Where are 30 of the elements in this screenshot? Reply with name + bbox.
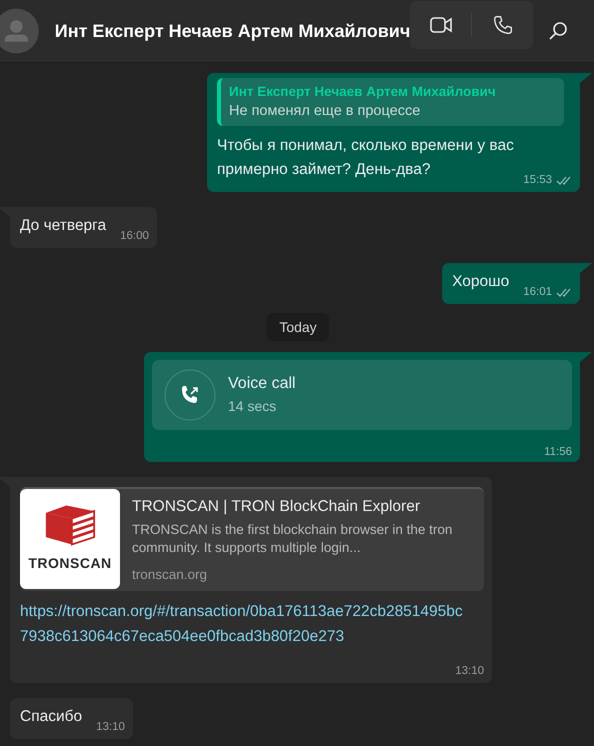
search-icon bbox=[548, 21, 568, 41]
phone-icon bbox=[492, 15, 513, 35]
preview-domain: tronscan.org bbox=[132, 566, 208, 584]
message-time: 16:00 bbox=[120, 229, 149, 244]
message-time: 15:53 bbox=[523, 173, 552, 188]
cube-icon bbox=[44, 503, 96, 547]
message-time: 11:56 bbox=[544, 445, 572, 460]
call-duration: 14 secs bbox=[228, 397, 278, 416]
link-preview[interactable]: TRONSCAN TRONSCAN | TRON BlockChain Explorer TRONSCAN is the first blockchain browser in the tron community. It supports multiple login... tronscan.org bbox=[20, 487, 484, 591]
message-time: 13:10 bbox=[455, 664, 484, 679]
date-separator: Today bbox=[267, 313, 329, 341]
quote-text: Не поменял еще в процессе bbox=[229, 102, 422, 121]
video-camera-icon bbox=[430, 16, 452, 34]
contact-name[interactable]: Инт Експерт Нечаев Артем Михайлович bbox=[54, 20, 410, 42]
message-text: До четверга bbox=[20, 217, 106, 234]
preview-description: TRONSCAN is the first blockchain browser in the tron community. It supports multiple login... bbox=[132, 521, 454, 557]
outgoing-call-icon bbox=[164, 369, 216, 421]
preview-title: TRONSCAN | TRON BlockChain Explorer bbox=[132, 497, 421, 517]
quote-author: Инт Експерт Нечаев Артем Михайлович bbox=[229, 83, 497, 101]
message-link[interactable]: https://tronscan.org/#/transaction/0ba176113ae722cb2851495bc7938c613064c67eca504ee0fbcad3b80f20e273 bbox=[20, 599, 464, 649]
message-text: Хорошо bbox=[452, 273, 510, 290]
quoted-message[interactable]: Инт Експерт Нечаев Артем Михайлович Не поменял еще в процессе bbox=[217, 78, 564, 126]
call-title: Voice call bbox=[228, 374, 296, 394]
message-text: Чтобы я понимал, сколько времени у вас примерно займет? День-два? bbox=[217, 137, 514, 178]
message-text: Спасибо bbox=[20, 708, 82, 725]
logo-text: TRONSCAN bbox=[28, 554, 112, 573]
avatar-icon[interactable] bbox=[0, 8, 39, 54]
message-time: 13:10 bbox=[96, 720, 125, 735]
message-time: 16:01 bbox=[523, 285, 552, 300]
call-card[interactable]: Voice call 14 secs bbox=[152, 360, 572, 430]
